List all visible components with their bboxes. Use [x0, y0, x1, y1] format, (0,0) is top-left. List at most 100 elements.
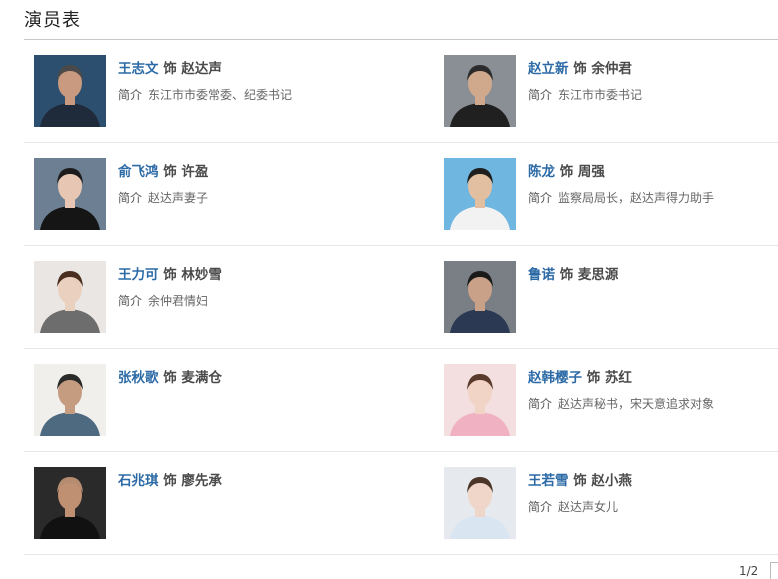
actor-photo[interactable]	[444, 55, 516, 127]
section-title: 演员表	[24, 10, 81, 31]
intro-label: 简介	[528, 397, 553, 411]
plays-label: 饰	[568, 473, 592, 489]
role-description: 简介 赵达声秘书，宋天意追求对象	[528, 395, 778, 412]
cast-info: 俞飞鸿 饰 许盈 简介 赵达声妻子	[118, 160, 418, 206]
actor-name-link[interactable]: 俞飞鸿	[118, 164, 159, 180]
description-text: 余仲君情妇	[148, 294, 209, 308]
role-description: 简介 赵达声女儿	[528, 498, 778, 515]
intro-label: 简介	[528, 500, 553, 514]
cast-info: 陈龙 饰 周强 简介 监察局局长，赵达声得力助手	[528, 160, 778, 206]
actor-photo[interactable]	[34, 364, 106, 436]
role-name: 林妙雪	[181, 267, 222, 283]
actor-photo[interactable]	[34, 467, 106, 539]
plays-label: 饰	[555, 267, 578, 283]
intro-label: 简介	[118, 294, 143, 308]
cast-card[interactable]: 鲁诺 饰 麦思源	[444, 261, 774, 335]
actor-name-link[interactable]: 陈龙	[528, 164, 555, 180]
description-text: 东江市市委书记	[558, 88, 643, 102]
description-text: 东江市市委常委、纪委书记	[148, 88, 293, 102]
plays-label: 饰	[582, 370, 605, 386]
description-text: 赵达声秘书，宋天意追求对象	[558, 397, 715, 411]
cast-card[interactable]: 王志文 饰 赵达声简介 东江市市委常委、纪委书记	[34, 55, 364, 129]
actor-name-link[interactable]: 鲁诺	[528, 267, 555, 283]
title-divider	[24, 39, 778, 40]
cast-card[interactable]: 张秋歌 饰 麦满仓	[34, 364, 364, 438]
cast-name-line: 陈龙 饰 周强	[528, 160, 778, 180]
cast-name-line: 王若雪 饰 赵小燕	[528, 469, 778, 489]
cast-card[interactable]: 赵韩樱子 饰 苏红简介 赵达声秘书，宋天意追求对象	[444, 364, 774, 438]
cast-info: 王若雪 饰 赵小燕 简介 赵达声女儿	[528, 469, 778, 515]
cast-info: 赵韩樱子 饰 苏红 简介 赵达声秘书，宋天意追求对象	[528, 366, 778, 412]
role-name: 赵达声	[181, 61, 222, 77]
cast-card[interactable]: 俞飞鸿 饰 许盈简介 赵达声妻子	[34, 158, 364, 232]
cast-card[interactable]: 王若雪 饰 赵小燕简介 赵达声女儿	[444, 467, 774, 541]
role-name: 赵小燕	[591, 473, 632, 489]
cast-card[interactable]: 石兆琪 饰 廖先承	[34, 467, 364, 541]
cast-name-line: 俞飞鸿 饰 许盈	[118, 160, 418, 180]
role-name: 廖先承	[181, 473, 222, 489]
cast-name-line: 王力可 饰 林妙雪	[118, 263, 418, 283]
role-name: 麦思源	[577, 267, 619, 283]
cast-name-line: 石兆琪 饰 廖先承	[118, 469, 418, 489]
role-description: 简介 东江市市委书记	[528, 86, 778, 103]
cast-name-line: 赵韩樱子 饰 苏红	[528, 366, 778, 386]
cast-name-line: 赵立新 饰 余仲君	[528, 57, 778, 77]
plays-label: 饰	[158, 164, 182, 180]
actor-photo[interactable]	[34, 261, 106, 333]
role-name: 余仲君	[591, 61, 632, 77]
role-description: 简介 赵达声妻子	[118, 189, 418, 206]
actor-name-link[interactable]: 王若雪	[528, 473, 569, 489]
next-page-button[interactable]	[770, 562, 778, 579]
role-name: 麦满仓	[181, 370, 222, 386]
pager-indicator: 1/2	[739, 564, 759, 578]
cast-card[interactable]: 王力可 饰 林妙雪简介 余仲君情妇	[34, 261, 364, 335]
plays-label: 饰	[158, 61, 182, 77]
plays-label: 饰	[158, 267, 182, 283]
role-description: 简介 东江市市委常委、纪委书记	[118, 86, 418, 103]
plays-label: 饰	[568, 61, 592, 77]
cast-card[interactable]: 赵立新 饰 余仲君简介 东江市市委书记	[444, 55, 774, 129]
cast-info: 张秋歌 饰 麦满仓	[118, 366, 418, 386]
actor-name-link[interactable]: 赵立新	[528, 61, 569, 77]
row-divider	[24, 142, 778, 143]
role-name: 许盈	[181, 164, 209, 180]
plays-label: 饰	[555, 164, 578, 180]
cast-list-page: 演员表 王志文 饰 赵达声 简介 东江市市委常委、纪委书记 赵立新 饰 余仲君 简介 东江…	[0, 0, 778, 579]
intro-label: 简介	[528, 88, 553, 102]
actor-photo[interactable]	[34, 158, 106, 230]
actor-name-link[interactable]: 王力可	[118, 267, 159, 283]
row-divider	[24, 554, 778, 555]
cast-name-line: 鲁诺 饰 麦思源	[528, 263, 778, 283]
role-name: 周强	[577, 164, 605, 180]
role-description: 简介 余仲君情妇	[118, 292, 418, 309]
plays-label: 饰	[158, 473, 182, 489]
cast-info: 石兆琪 饰 廖先承	[118, 469, 418, 489]
actor-photo[interactable]	[444, 261, 516, 333]
intro-label: 简介	[528, 191, 553, 205]
role-name: 苏红	[604, 370, 632, 386]
actor-name-link[interactable]: 王志文	[118, 61, 159, 77]
cast-info: 王志文 饰 赵达声简介 东江市市委常委、纪委书记	[118, 57, 418, 103]
plays-label: 饰	[158, 370, 182, 386]
actor-photo[interactable]	[444, 158, 516, 230]
row-divider	[24, 348, 778, 349]
cast-name-line: 张秋歌 饰 麦满仓	[118, 366, 418, 386]
cast-card[interactable]: 陈龙 饰 周强简介 监察局局长，赵达声得力助手	[444, 158, 774, 232]
description-text: 赵达声妻子	[148, 191, 209, 205]
intro-label: 简介	[118, 88, 143, 102]
actor-photo[interactable]	[444, 467, 516, 539]
intro-label: 简介	[118, 191, 143, 205]
cast-info: 赵立新 饰 余仲君 简介 东江市市委书记	[528, 57, 778, 103]
role-description: 简介 监察局局长，赵达声得力助手	[528, 189, 778, 206]
actor-name-link[interactable]: 赵韩樱子	[528, 370, 582, 386]
row-divider	[24, 245, 778, 246]
actor-name-link[interactable]: 张秋歌	[118, 370, 159, 386]
description-text: 赵达声女儿	[558, 500, 619, 514]
actor-photo[interactable]	[34, 55, 106, 127]
cast-info: 鲁诺 饰 麦思源	[528, 263, 778, 283]
description-text: 监察局局长，赵达声得力助手	[558, 191, 715, 205]
row-divider	[24, 451, 778, 452]
cast-info: 王力可 饰 林妙雪 简介 余仲君情妇	[118, 263, 418, 309]
actor-photo[interactable]	[444, 364, 516, 436]
actor-name-link[interactable]: 石兆琪	[118, 473, 159, 489]
